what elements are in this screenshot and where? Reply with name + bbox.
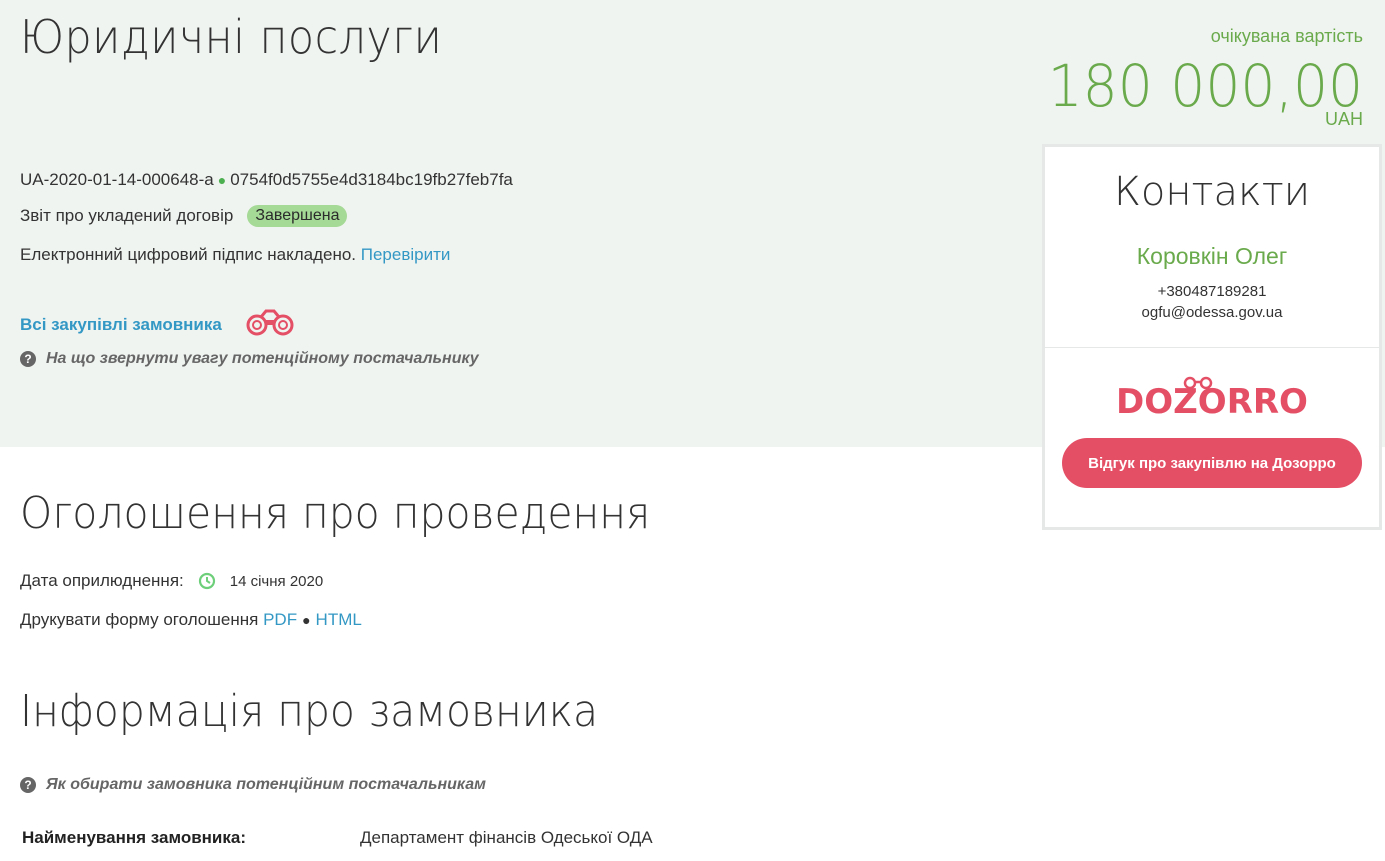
expected-value-label: очікувана вартість [1210, 26, 1363, 46]
contact-phone: +380487189281 [1157, 283, 1267, 300]
html-link[interactable]: HTML [316, 610, 362, 630]
page-title: Юридичні послуги [20, 10, 443, 64]
announcement-title: Оголошення про проведення [20, 488, 651, 539]
verify-link[interactable]: Перевірити [361, 245, 451, 265]
contact-email: ogfu@odessa.gov.ua [1141, 304, 1283, 321]
contacts-divider [1045, 347, 1379, 348]
supplier-hint[interactable]: ? На що звернути увагу потенційному пост… [20, 350, 479, 368]
tender-hash: 0754f0d5755e4d3184bc19fb27feb7fa [230, 170, 513, 189]
pdf-link[interactable]: PDF [263, 610, 297, 630]
publication-date-value: 14 січня 2020 [229, 572, 324, 590]
question-icon: ? [20, 351, 36, 367]
supplier-hint-text: На що звернути увагу потенційному постач… [46, 350, 479, 367]
status-line: Звіт про укладений договір Завершена [20, 205, 348, 227]
separator-dot: ● [217, 172, 227, 188]
status-badge: Завершена [247, 205, 348, 227]
question-icon: ? [20, 777, 36, 793]
publication-date-label: Дата оприлюднення: [20, 571, 184, 590]
svg-text:DOZORRO: DOZORRO [1116, 382, 1308, 421]
contacts-panel: Контакти Коровкін Олег +380487189281 ogf… [1042, 144, 1382, 530]
customer-info-title: Інформація про замовника [20, 686, 599, 737]
separator-dot: ● [302, 612, 311, 628]
report-label: Звіт про укладений договір [20, 206, 234, 225]
currency: UAH [1324, 109, 1363, 129]
all-purchases-row: Всі закупівлі замовника [20, 308, 296, 341]
tender-id: UA-2020-01-14-000648-a [20, 170, 214, 189]
signature-line: Електронний цифровий підпис накладено. П… [20, 245, 450, 265]
expected-amount: 180 000,00 [1047, 52, 1363, 120]
signature-text: Електронний цифровий підпис накладено. [20, 245, 357, 264]
clock-icon [198, 572, 216, 590]
customer-name-value: Департамент фінансів Одеської ОДА [360, 828, 653, 847]
contact-name: Коровкін Олег [1136, 243, 1288, 269]
customer-hint[interactable]: ? Як обирати замовника потенційним поста… [20, 776, 486, 794]
all-purchases-link[interactable]: Всі закупівлі замовника [20, 315, 222, 335]
binoculars-icon[interactable] [244, 308, 296, 341]
dozorro-logo: DOZORRO [1045, 375, 1379, 426]
dozorro-review-button[interactable]: Відгук про закупівлю на Дозорро [1062, 438, 1362, 488]
tender-id-line: UA-2020-01-14-000648-a ● 0754f0d5755e4d3… [20, 170, 513, 190]
customer-name-label: Найменування замовника: [22, 828, 247, 847]
print-form-line: Друкувати форму оголошення PDF ● HTML [20, 610, 362, 630]
publication-date-line: Дата оприлюднення: 14 січня 2020 [20, 571, 323, 591]
customer-hint-text: Як обирати замовника потенційним постача… [46, 776, 486, 793]
print-form-label: Друкувати форму оголошення [20, 610, 259, 629]
contacts-title: Контакти [1113, 169, 1311, 215]
